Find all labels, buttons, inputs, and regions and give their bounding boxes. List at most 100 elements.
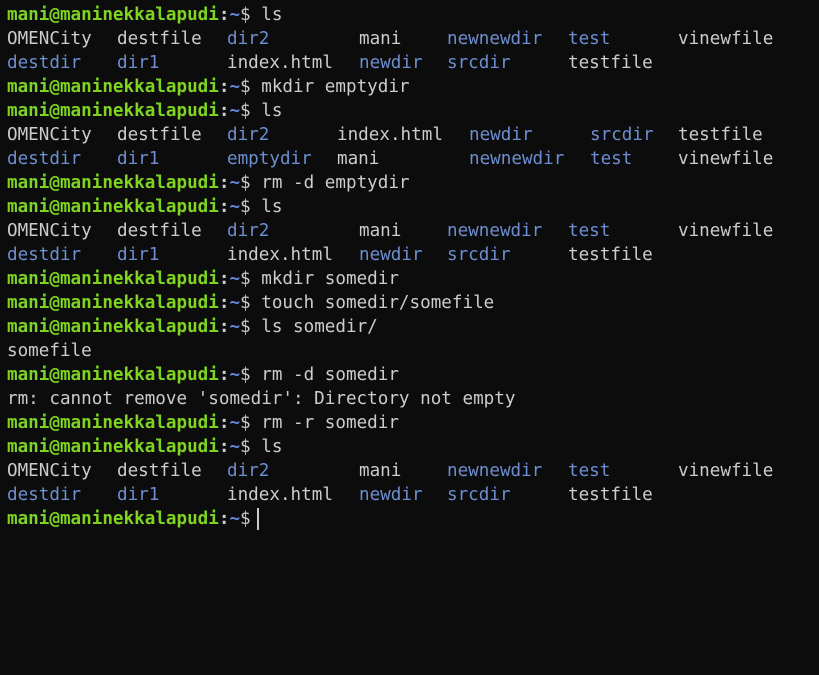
ls-entry-file: mani [359, 221, 402, 241]
ls-entry-dir: newdir [359, 485, 423, 505]
prompt-line: mani@maninekkalapudi:~$ ls somedir/ [7, 315, 819, 339]
terminal-window[interactable]: mani@maninekkalapudi:~$ ls OMENCity dest… [0, 0, 819, 536]
prompt-symbol: $ [240, 437, 251, 457]
ls-entry-file: testfile [568, 53, 653, 73]
ls-entry-file: testfile [568, 245, 653, 265]
command-text: ls [261, 197, 283, 217]
ls-entry-dir: dir1 [117, 149, 160, 169]
ls-output-row: destdir dir1 index.html newdir srcdir te… [7, 51, 819, 75]
ls-entry-dir: test [568, 29, 611, 49]
ls-entry-file: index.html [227, 485, 333, 505]
prompt-separator: : [218, 5, 230, 25]
prompt-separator: : [218, 437, 230, 457]
ls-output-row: OMENCity destfile dir2 index.html newdir… [7, 123, 819, 147]
prompt-path: ~ [229, 365, 241, 385]
ls-entry-dir: srcdir [447, 53, 511, 73]
ls-entry-file: destfile [117, 221, 202, 241]
prompt-user: mani@maninekkalapudi [7, 509, 219, 529]
text-cursor[interactable] [256, 508, 259, 530]
command-output: somefile [7, 339, 819, 363]
ls-output-row: OMENCity destfile dir2 mani newnewdir te… [7, 27, 819, 51]
prompt-symbol: $ [240, 413, 251, 433]
command-output: rm: cannot remove 'somedir': Directory n… [7, 387, 819, 411]
command-text: rm -d emptydir [261, 173, 410, 193]
ls-entry-file: testfile [678, 125, 763, 145]
prompt-separator: : [218, 101, 230, 121]
ls-entry-dir: emptydir [227, 149, 312, 169]
prompt-line: mani@maninekkalapudi:~$ ls [7, 99, 819, 123]
ls-entry-dir: dir2 [227, 221, 270, 241]
prompt-symbol: $ [240, 101, 251, 121]
error-message: rm: cannot remove 'somedir': Directory n… [7, 389, 516, 409]
prompt-user: mani@maninekkalapudi [7, 5, 219, 25]
ls-entry-dir: dir1 [117, 53, 160, 73]
command-text: rm -d somedir [261, 365, 399, 385]
prompt-line: mani@maninekkalapudi:~$ touch somedir/so… [7, 291, 819, 315]
ls-entry-dir: newdir [359, 53, 423, 73]
prompt-line: mani@maninekkalapudi:~$ ls [7, 435, 819, 459]
prompt-user: mani@maninekkalapudi [7, 437, 219, 457]
ls-entry-file: mani [359, 29, 402, 49]
ls-entry-dir: newdir [359, 245, 423, 265]
prompt-line: mani@maninekkalapudi:~$ mkdir emptydir [7, 75, 819, 99]
ls-entry-dir: dir1 [117, 485, 160, 505]
ls-entry-dir: test [568, 221, 611, 241]
prompt-symbol: $ [240, 509, 251, 529]
command-text: mkdir somedir [261, 269, 399, 289]
ls-entry-dir: destdir [7, 245, 82, 265]
prompt-path: ~ [229, 269, 241, 289]
ls-entry-dir: srcdir [447, 245, 511, 265]
ls-entry-file: index.html [227, 53, 333, 73]
ls-entry-dir: srcdir [447, 485, 511, 505]
ls-entry-file: index.html [227, 245, 333, 265]
prompt-separator: : [218, 269, 230, 289]
prompt-symbol: $ [240, 269, 251, 289]
ls-entry-dir: dir2 [227, 29, 270, 49]
command-text: touch somedir/somefile [261, 293, 495, 313]
prompt-line: mani@maninekkalapudi:~$ ls [7, 3, 819, 27]
ls-entry-file: OMENCity [7, 125, 92, 145]
prompt-separator: : [218, 293, 230, 313]
prompt-separator: : [218, 173, 230, 193]
prompt-symbol: $ [240, 293, 251, 313]
ls-entry-dir: newnewdir [447, 29, 543, 49]
command-text: ls [261, 101, 283, 121]
prompt-path: ~ [229, 509, 241, 529]
ls-entry-dir: test [590, 149, 633, 169]
prompt-path: ~ [229, 293, 241, 313]
ls-entry-dir: newdir [469, 125, 533, 145]
prompt-separator: : [218, 77, 230, 97]
ls-entry-file: vinewfile [678, 221, 774, 241]
prompt-symbol: $ [240, 173, 251, 193]
ls-entry-dir: srcdir [590, 125, 654, 145]
ls-entry-file: mani [359, 461, 402, 481]
prompt-separator: : [218, 509, 230, 529]
ls-entry-file: vinewfile [678, 461, 774, 481]
prompt-symbol: $ [240, 5, 251, 25]
prompt-path: ~ [229, 77, 241, 97]
command-text: rm -r somedir [261, 413, 399, 433]
ls-entry-dir: dir2 [227, 461, 270, 481]
ls-output-row: destdir dir1 index.html newdir srcdir te… [7, 483, 819, 507]
ls-entry-dir: dir2 [227, 125, 270, 145]
prompt-line: mani@maninekkalapudi:~$ rm -r somedir [7, 411, 819, 435]
prompt-path: ~ [229, 413, 241, 433]
prompt-user: mani@maninekkalapudi [7, 269, 219, 289]
ls-entry-file: OMENCity [7, 221, 92, 241]
prompt-user: mani@maninekkalapudi [7, 317, 219, 337]
prompt-symbol: $ [240, 317, 251, 337]
prompt-path: ~ [229, 5, 241, 25]
ls-entry-file: vinewfile [678, 29, 774, 49]
prompt-line: mani@maninekkalapudi:~$ ls [7, 195, 819, 219]
prompt-user: mani@maninekkalapudi [7, 173, 219, 193]
prompt-user: mani@maninekkalapudi [7, 293, 219, 313]
ls-output-row: OMENCity destfile dir2 mani newnewdir te… [7, 219, 819, 243]
ls-entry-file: testfile [568, 485, 653, 505]
prompt-user: mani@maninekkalapudi [7, 413, 219, 433]
prompt-line: mani@maninekkalapudi:~$ rm -d somedir [7, 363, 819, 387]
prompt-separator: : [218, 197, 230, 217]
ls-entry-file: OMENCity [7, 461, 92, 481]
prompt-separator: : [218, 365, 230, 385]
active-prompt-line[interactable]: mani@maninekkalapudi:~$ [7, 507, 819, 531]
ls-entry-file: mani [337, 149, 380, 169]
